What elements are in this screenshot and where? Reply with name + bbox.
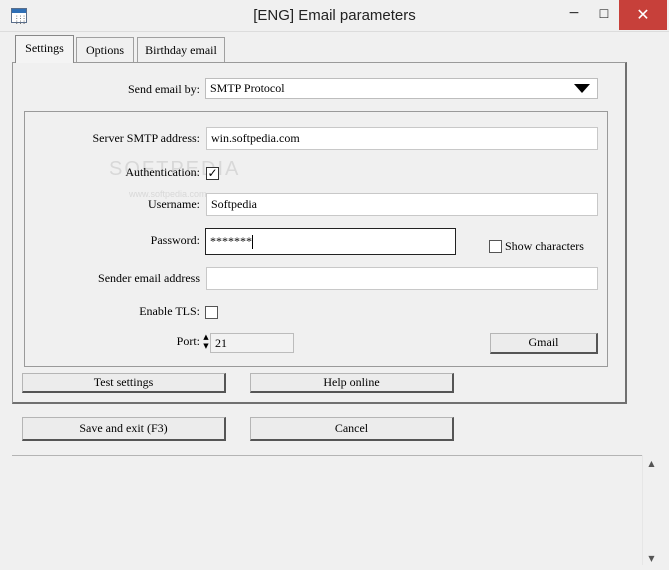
send-email-by-label: Send email by: xyxy=(128,82,200,96)
username-label: Username: xyxy=(148,197,200,211)
gmail-button[interactable]: Gmail xyxy=(490,333,598,354)
authentication-label: Authentication: xyxy=(125,165,200,179)
sender-email-label: Sender email address xyxy=(98,271,200,285)
tab-birthday-email[interactable]: Birthday email xyxy=(137,37,225,62)
log-area xyxy=(12,455,654,570)
send-email-by-select[interactable]: SMTP Protocol xyxy=(205,78,598,99)
port-spinner[interactable]: ▲ ▼ xyxy=(202,333,210,353)
scroll-down-icon[interactable]: ▼ xyxy=(643,554,660,563)
spin-down-icon[interactable]: ▼ xyxy=(202,342,210,351)
password-input[interactable]: ******* xyxy=(205,228,456,255)
test-settings-button[interactable]: Test settings xyxy=(22,373,226,393)
tab-options[interactable]: Options xyxy=(76,37,134,62)
tab-settings[interactable]: Settings xyxy=(15,35,74,63)
enable-tls-checkbox[interactable] xyxy=(205,306,218,319)
vertical-scrollbar[interactable]: ▲ ▼ xyxy=(642,455,659,565)
authentication-checkbox[interactable]: ✓ xyxy=(206,167,219,180)
server-smtp-label: Server SMTP address: xyxy=(92,131,200,145)
port-label: Port: xyxy=(176,334,200,348)
minimize-button[interactable]: − xyxy=(556,0,592,30)
password-label: Password: xyxy=(150,233,200,247)
show-characters-checkbox[interactable] xyxy=(489,240,502,253)
spin-up-icon[interactable]: ▲ xyxy=(202,333,210,342)
cancel-button[interactable]: Cancel xyxy=(250,417,454,441)
enable-tls-label: Enable TLS: xyxy=(139,304,200,318)
close-button[interactable]: ✕ xyxy=(619,0,667,30)
scroll-up-icon[interactable]: ▲ xyxy=(643,459,660,468)
save-and-exit-button[interactable]: Save and exit (F3) xyxy=(22,417,226,441)
server-smtp-input[interactable]: win.softpedia.com xyxy=(206,127,598,150)
maximize-button[interactable]: ☐ xyxy=(592,0,616,30)
help-online-button[interactable]: Help online xyxy=(250,373,454,393)
sender-email-input[interactable] xyxy=(206,267,598,290)
password-value: ******* xyxy=(210,234,252,248)
dropdown-arrow-icon[interactable] xyxy=(574,84,590,93)
username-input[interactable]: Softpedia xyxy=(206,193,598,216)
port-input[interactable]: 21 xyxy=(210,333,294,353)
show-characters-label: Show characters xyxy=(505,239,584,253)
